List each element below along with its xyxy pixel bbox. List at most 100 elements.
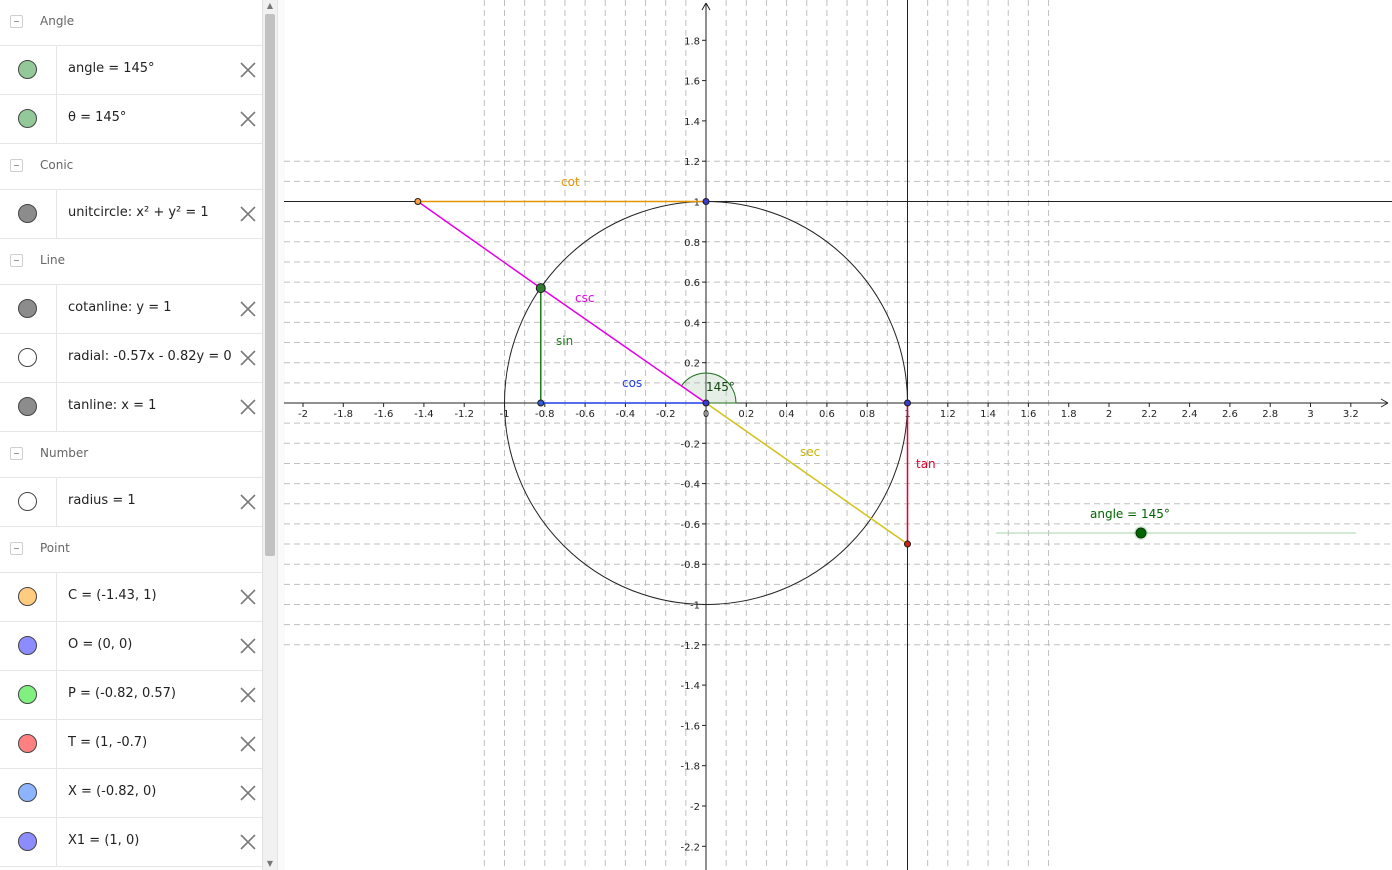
visibility-marble-icon[interactable] <box>18 636 37 655</box>
algebra-item[interactable]: O = (0, 0) <box>0 622 262 671</box>
group-label: Point <box>40 541 70 555</box>
visibility-toggle[interactable] <box>0 573 57 621</box>
sin-label: sin <box>556 334 573 348</box>
algebra-item[interactable]: θ = 145° <box>0 95 262 144</box>
algebra-item-text[interactable]: radius = 1 <box>68 493 136 508</box>
delete-icon[interactable] <box>238 783 258 803</box>
algebra-scrollbar[interactable]: ▲ ▼ <box>262 0 277 870</box>
construction-objects[interactable]: cot csc sin cos sec tan 145° angle = 145° <box>284 0 1392 870</box>
algebra-item-text[interactable]: X = (-0.82, 0) <box>68 784 156 799</box>
algebra-item[interactable]: radius = 1 <box>0 478 262 527</box>
scroll-thumb[interactable] <box>265 14 275 556</box>
delete-icon[interactable] <box>238 636 258 656</box>
visibility-marble-icon[interactable] <box>18 783 37 802</box>
delete-icon[interactable] <box>238 587 258 607</box>
visibility-toggle[interactable] <box>0 622 57 670</box>
collapse-icon[interactable] <box>10 542 23 555</box>
algebra-item-text[interactable]: tanline: x = 1 <box>68 398 156 413</box>
visibility-marble-icon[interactable] <box>18 685 37 704</box>
algebra-item[interactable]: cotanline: y = 1 <box>0 285 262 334</box>
visibility-marble-icon[interactable] <box>18 60 37 79</box>
algebra-item-text[interactable]: C = (-1.43, 1) <box>68 588 157 603</box>
visibility-toggle[interactable] <box>0 46 57 94</box>
visibility-marble-icon[interactable] <box>18 109 37 128</box>
x-tick-label: 2.2 <box>1141 409 1157 420</box>
group-header[interactable]: Point <box>0 527 262 573</box>
point-O[interactable] <box>702 399 710 407</box>
algebra-view: Angle angle = 145° θ = 145° Conic unitcircle… <box>0 0 262 870</box>
graphics-view[interactable]: -2 -1.8 -1.6 -1.4 -1.2 -1 -0.8 -0.6 -0.4 -0.2 0 0.2… <box>284 0 1392 870</box>
algebra-item[interactable]: P = (-0.82, 0.57) <box>0 671 262 720</box>
collapse-icon[interactable] <box>10 159 23 172</box>
delete-icon[interactable] <box>238 685 258 705</box>
point-C[interactable] <box>414 198 422 205</box>
collapse-icon[interactable] <box>10 447 23 460</box>
visibility-toggle[interactable] <box>0 95 57 143</box>
y-tick-label: -0.2 <box>680 439 700 450</box>
visibility-toggle[interactable] <box>0 190 57 238</box>
x-tick-label: 0.6 <box>819 409 835 420</box>
delete-icon[interactable] <box>238 299 258 319</box>
delete-icon[interactable] <box>238 60 258 80</box>
algebra-item[interactable]: X1 = (1, 0) <box>0 818 262 867</box>
visibility-toggle[interactable] <box>0 334 57 382</box>
graphics-canvas[interactable]: -2 -1.8 -1.6 -1.4 -1.2 -1 -0.8 -0.6 -0.4 -0.2 0 0.2… <box>284 0 1392 870</box>
visibility-toggle[interactable] <box>0 383 57 431</box>
algebra-item-text[interactable]: unitcircle: x² + y² = 1 <box>68 205 209 220</box>
visibility-toggle[interactable] <box>0 769 57 817</box>
csc-segment[interactable] <box>417 200 542 289</box>
algebra-item[interactable]: T = (1, -0.7) <box>0 720 262 769</box>
visibility-marble-icon[interactable] <box>18 492 37 511</box>
visibility-toggle[interactable] <box>0 720 57 768</box>
delete-icon[interactable] <box>238 397 258 417</box>
group-header[interactable]: Conic <box>0 144 262 190</box>
visibility-marble-icon[interactable] <box>18 832 37 851</box>
visibility-toggle[interactable] <box>0 671 57 719</box>
point-P[interactable] <box>535 283 546 294</box>
collapse-icon[interactable] <box>10 15 23 28</box>
algebra-item-text[interactable]: angle = 145° <box>68 61 155 76</box>
algebra-item-text[interactable]: radial: -0.57x - 0.82y = 0 <box>68 349 232 364</box>
point-X1[interactable] <box>904 399 911 407</box>
delete-icon[interactable] <box>238 832 258 852</box>
scroll-down-icon[interactable]: ▼ <box>263 858 277 870</box>
delete-icon[interactable] <box>238 204 258 224</box>
visibility-marble-icon[interactable] <box>18 734 37 753</box>
algebra-item-text[interactable]: O = (0, 0) <box>68 637 132 652</box>
visibility-marble-icon[interactable] <box>18 348 37 367</box>
algebra-item-text[interactable]: θ = 145° <box>68 110 126 125</box>
algebra-item[interactable]: tanline: x = 1 <box>0 383 262 432</box>
group-header[interactable]: Number <box>0 432 262 478</box>
point-X[interactable] <box>537 399 545 407</box>
algebra-item[interactable]: unitcircle: x² + y² = 1 <box>0 190 262 239</box>
algebra-item[interactable]: C = (-1.43, 1) <box>0 573 262 622</box>
algebra-item[interactable]: radial: -0.57x - 0.82y = 0 <box>0 334 262 383</box>
group-header[interactable]: Line <box>0 239 262 285</box>
delete-icon[interactable] <box>238 109 258 129</box>
visibility-marble-icon[interactable] <box>18 299 37 318</box>
delete-icon[interactable] <box>238 492 258 512</box>
algebra-item[interactable]: angle = 145° <box>0 46 262 95</box>
visibility-marble-icon[interactable] <box>18 397 37 416</box>
visibility-toggle[interactable] <box>0 818 57 866</box>
y-tick-label: 0.6 <box>684 278 700 289</box>
visibility-toggle[interactable] <box>0 478 57 526</box>
point-T[interactable] <box>904 540 911 548</box>
algebra-item-text[interactable]: cotanline: y = 1 <box>68 300 172 315</box>
angle-slider-knob[interactable] <box>1135 527 1147 539</box>
scroll-up-icon[interactable]: ▲ <box>263 0 277 12</box>
algebra-item-text[interactable]: T = (1, -0.7) <box>68 735 147 750</box>
algebra-item[interactable]: X = (-0.82, 0) <box>0 769 262 818</box>
visibility-marble-icon[interactable] <box>18 587 37 606</box>
visibility-toggle[interactable] <box>0 285 57 333</box>
delete-icon[interactable] <box>238 734 258 754</box>
x-tick-label: -1.4 <box>414 409 434 420</box>
collapse-icon[interactable] <box>10 254 23 267</box>
y-tick-label: -0.8 <box>680 560 700 571</box>
visibility-marble-icon[interactable] <box>18 204 37 223</box>
algebra-item-text[interactable]: P = (-0.82, 0.57) <box>68 686 176 701</box>
group-header[interactable]: Angle <box>0 0 262 46</box>
point-top[interactable] <box>702 198 710 205</box>
delete-icon[interactable] <box>238 348 258 368</box>
algebra-item-text[interactable]: X1 = (1, 0) <box>68 833 139 848</box>
